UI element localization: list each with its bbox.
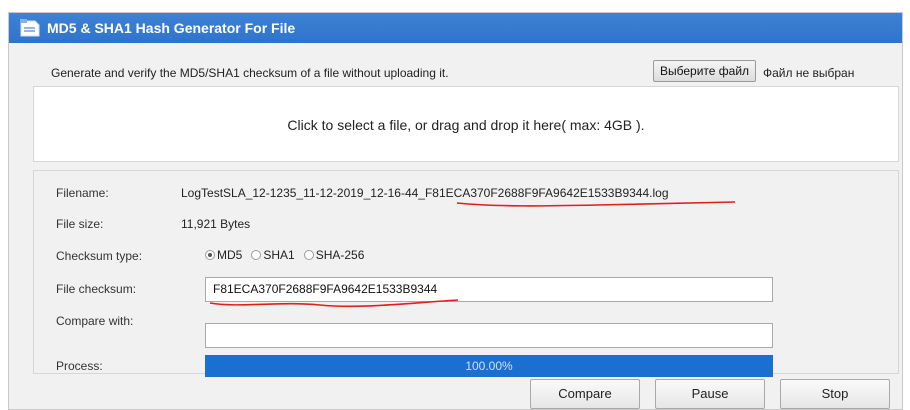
filename-value: LogTestSLA_12-1235_11-12-2019_12-16-44_F… <box>181 186 669 200</box>
radio-md5[interactable]: MD5 <box>205 248 242 262</box>
radio-sha256[interactable]: SHA-256 <box>303 248 365 262</box>
process-progress-bar: 100.00% <box>205 355 773 377</box>
process-label: Process: <box>56 359 103 373</box>
filesize-value: 11,921 Bytes <box>181 217 251 231</box>
compare-with-label: Compare with: <box>56 314 134 328</box>
file-status-text: Файл не выбран <box>763 66 855 80</box>
radio-md5-label: MD5 <box>217 248 243 262</box>
filename-label: Filename: <box>56 186 109 200</box>
radio-md5-circle[interactable] <box>205 250 215 260</box>
progress-percent-text: 100.00% <box>465 359 513 373</box>
radio-sha1-label: SHA1 <box>263 248 295 262</box>
window-title: MD5 & SHA1 Hash Generator For File <box>47 20 296 36</box>
radio-sha1-circle[interactable] <box>251 250 262 260</box>
compare-with-field[interactable] <box>205 323 773 348</box>
filesize-label: File size: <box>56 217 104 231</box>
file-details-panel: Filename: LogTestSLA_12-1235_11-12-2019_… <box>33 170 899 377</box>
checksum-type-radio-group: MD5 SHA1 SHA-256 <box>205 248 369 262</box>
compare-button[interactable]: Compare <box>530 379 640 409</box>
tool-description: Generate and verify the MD5/SHA1 checksu… <box>51 66 449 80</box>
dropzone-hint: Click to select a file, or drag and drop… <box>287 117 645 133</box>
app-icon <box>20 19 40 37</box>
radio-sha1[interactable]: SHA1 <box>251 248 295 262</box>
hash-generator-window: MD5 & SHA1 Hash Generator For File Gener… <box>8 12 903 410</box>
file-checksum-label: File checksum: <box>56 282 137 296</box>
radio-sha256-circle[interactable] <box>303 250 314 260</box>
radio-sha256-label: SHA-256 <box>315 248 365 262</box>
file-dropzone[interactable]: Click to select a file, or drag and drop… <box>33 86 899 162</box>
filename-hash-underline <box>456 201 736 207</box>
stop-button[interactable]: Stop <box>780 379 890 409</box>
checksum-type-label: Checksum type: <box>56 249 143 263</box>
pause-button[interactable]: Pause <box>655 379 765 409</box>
checksum-underline <box>209 299 459 308</box>
title-bar: MD5 & SHA1 Hash Generator For File <box>9 13 902 43</box>
choose-file-button[interactable]: Выберите файл <box>653 60 757 82</box>
